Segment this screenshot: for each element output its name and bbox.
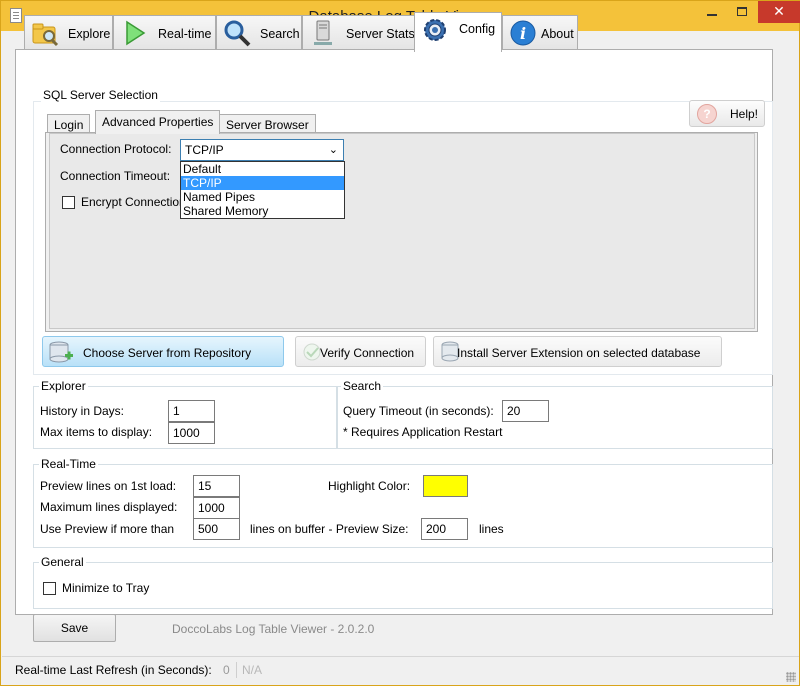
advanced-properties-inner bbox=[49, 133, 755, 329]
tab-about-label: About bbox=[541, 27, 574, 41]
minimize-icon bbox=[707, 14, 717, 16]
history-days-input[interactable]: 1 bbox=[168, 400, 215, 422]
tab-config-label: Config bbox=[459, 22, 496, 36]
tab-server-stats-label: Server Stats bbox=[346, 27, 415, 41]
tab-explore[interactable]: Explore bbox=[24, 15, 113, 50]
preview-size-input[interactable]: 200 bbox=[421, 518, 468, 540]
preview-lines-input[interactable]: 15 bbox=[193, 475, 240, 497]
minimize-to-tray-label: Minimize to Tray bbox=[62, 581, 150, 595]
realtime-group-title: Real-Time bbox=[39, 457, 98, 471]
protocol-option-selected[interactable]: TCP/IP bbox=[181, 176, 344, 190]
version-text: DoccoLabs Log Table Viewer - 2.0.2.0 bbox=[172, 622, 375, 636]
magnifier-icon bbox=[224, 20, 251, 47]
save-button[interactable]: Save bbox=[33, 614, 116, 642]
query-timeout-input[interactable]: 20 bbox=[502, 400, 549, 422]
max-items-input[interactable]: 1000 bbox=[168, 422, 215, 444]
refresh-label: Real-time Last Refresh (in Seconds): bbox=[15, 663, 212, 677]
close-button[interactable]: ✕ bbox=[758, 1, 800, 23]
restart-note: * Requires Application Restart bbox=[343, 425, 503, 439]
status-bar: Real-time Last Refresh (in Seconds): 0 N… bbox=[2, 656, 799, 685]
status-separator bbox=[236, 662, 237, 678]
encrypt-connection-checkbox[interactable] bbox=[62, 196, 75, 209]
history-days-label: History in Days: bbox=[40, 404, 125, 418]
highlight-color-swatch[interactable] bbox=[423, 475, 468, 497]
svg-text:i: i bbox=[520, 24, 526, 43]
encrypt-connection-label: Encrypt Connection bbox=[81, 195, 186, 209]
refresh-value: 0 bbox=[223, 663, 230, 677]
tab-real-time[interactable]: Real-time bbox=[113, 15, 216, 50]
protocol-option[interactable]: Default bbox=[181, 162, 344, 176]
play-icon bbox=[126, 20, 146, 46]
maximize-button[interactable] bbox=[728, 1, 756, 23]
subtab-login[interactable]: Login bbox=[47, 114, 91, 133]
tab-search[interactable]: Search bbox=[216, 15, 302, 50]
connection-protocol-value: TCP/IP bbox=[185, 143, 224, 157]
use-preview-label: Use Preview if more than bbox=[40, 522, 175, 536]
use-preview-input[interactable]: 500 bbox=[193, 518, 240, 540]
resize-grip-icon[interactable] bbox=[786, 672, 796, 682]
maximize-icon bbox=[737, 7, 747, 16]
highlight-color-label: Highlight Color: bbox=[328, 479, 411, 493]
verify-connection-button[interactable]: Verify Connection bbox=[295, 336, 426, 367]
verify-connection-label: Verify Connection bbox=[320, 346, 415, 360]
last-refresh-value: N/A bbox=[242, 663, 263, 677]
connection-protocol-label: Connection Protocol: bbox=[60, 142, 172, 156]
max-lines-label: Maximum lines displayed: bbox=[40, 500, 178, 514]
subtab-advanced-properties[interactable]: Advanced Properties bbox=[95, 110, 221, 134]
max-items-label: Max items to display: bbox=[40, 425, 153, 439]
info-icon: i bbox=[510, 20, 536, 46]
search-group-title: Search bbox=[341, 379, 384, 393]
tab-real-time-label: Real-time bbox=[158, 27, 212, 41]
help-icon: ? bbox=[697, 104, 717, 124]
tab-search-label: Search bbox=[260, 27, 300, 41]
protocol-option[interactable]: Named Pipes bbox=[181, 190, 344, 204]
choose-server-label: Choose Server from Repository bbox=[83, 346, 252, 360]
tab-explore-label: Explore bbox=[68, 27, 111, 41]
explorer-group-title: Explorer bbox=[39, 379, 88, 393]
database-add-icon bbox=[49, 341, 73, 363]
app-window: Database Log Table Viewer ✕ Explore Real… bbox=[0, 0, 800, 686]
gear-icon bbox=[424, 19, 446, 41]
install-extension-button[interactable]: Install Server Extension on selected dat… bbox=[433, 336, 722, 367]
tab-config[interactable]: Config bbox=[414, 12, 502, 52]
server-icon bbox=[314, 20, 332, 45]
help-label: Help! bbox=[730, 107, 759, 121]
subtab-server-browser[interactable]: Server Browser bbox=[219, 114, 316, 133]
connection-protocol-select[interactable]: TCP/IP ⌄ bbox=[180, 139, 344, 161]
tab-server-stats[interactable]: Server Stats bbox=[302, 15, 415, 50]
max-lines-input[interactable]: 1000 bbox=[193, 497, 240, 519]
sql-server-group-title: SQL Server Selection bbox=[41, 88, 160, 102]
lines-label: lines bbox=[479, 522, 504, 536]
tab-about[interactable]: i About bbox=[502, 15, 578, 50]
help-button[interactable]: ? Help! bbox=[689, 100, 765, 127]
chevron-down-icon: ⌄ bbox=[328, 144, 338, 156]
preview-lines-label: Preview lines on 1st load: bbox=[40, 479, 177, 493]
protocol-option[interactable]: Shared Memory bbox=[181, 204, 344, 218]
folder-search-icon bbox=[32, 23, 59, 47]
choose-server-button[interactable]: Choose Server from Repository bbox=[42, 336, 284, 367]
lines-on-buffer-label: lines on buffer - Preview Size: bbox=[250, 522, 409, 536]
connection-timeout-label: Connection Timeout: bbox=[60, 169, 171, 183]
connection-protocol-dropdown: Default TCP/IP Named Pipes Shared Memory bbox=[180, 161, 345, 219]
install-extension-label: Install Server Extension on selected dat… bbox=[457, 346, 701, 360]
general-group-title: General bbox=[39, 555, 86, 569]
minimize-button[interactable] bbox=[698, 1, 726, 23]
query-timeout-label: Query Timeout (in seconds): bbox=[343, 404, 494, 418]
minimize-to-tray-checkbox[interactable] bbox=[43, 582, 56, 595]
